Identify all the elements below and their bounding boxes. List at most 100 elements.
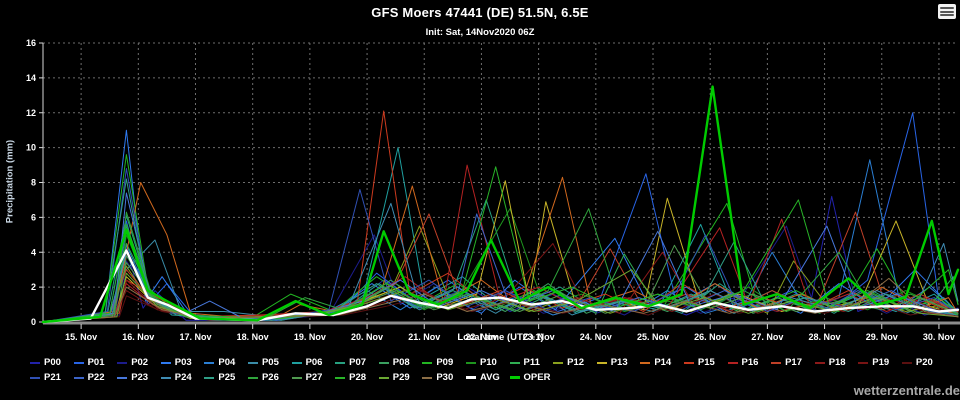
legend-item-P28: P28 [335,372,379,383]
svg-text:0: 0 [31,317,36,327]
app-root: { "header": { "title": "GFS Moers 47441 … [0,0,960,400]
legend-label: P26 [262,372,279,383]
legend-label: P24 [175,372,192,383]
legend-item-P04: P04 [204,357,248,368]
legend-item-P18: P18 [815,357,859,368]
legend-swatch-P02 [117,362,127,364]
legend-item-P26: P26 [248,372,292,383]
legend-swatch-P09 [422,362,432,364]
svg-text:8: 8 [31,178,36,188]
legend-swatch-P23 [117,377,127,379]
legend-label: P02 [131,357,148,368]
legend-item-P03: P03 [161,357,205,368]
legend-label: P15 [698,357,715,368]
legend-item-P08: P08 [379,357,423,368]
legend-swatch-AVG [466,376,476,379]
legend-label: P23 [131,372,148,383]
legend-label: P21 [44,372,61,383]
legend-label: P13 [611,357,628,368]
legend-label: P04 [218,357,235,368]
legend-swatch-P24 [161,377,171,379]
legend-item-P25: P25 [204,372,248,383]
legend-label: P20 [916,357,933,368]
legend-row-2: P21 P22 P23 P24 P25 P26 P27 P28 P29 P30 AVG OPER [30,372,960,383]
legend-label: P05 [262,357,279,368]
legend-swatch-P16 [728,362,738,364]
legend-item-P27: P27 [292,372,336,383]
legend-item-P20: P20 [902,357,946,368]
legend-swatch-P19 [858,362,868,364]
legend-swatch-P14 [640,362,650,364]
legend-item-P23: P23 [117,372,161,383]
legend-item-P30: P30 [422,372,466,383]
svg-text:14: 14 [26,73,36,83]
y-axis-title: Precipitation (mm) [5,112,16,252]
legend-label: P11 [524,357,540,368]
legend-label: AVG [480,372,500,383]
legend-swatch-OPER [510,376,520,379]
legend-swatch-P18 [815,362,825,364]
legend-swatch-P27 [292,377,302,379]
svg-text:2: 2 [31,282,36,292]
legend-swatch-P03 [161,362,171,364]
svg-text:16: 16 [26,38,36,48]
legend-item-P07: P07 [335,357,379,368]
legend-item-AVG: AVG [466,372,510,383]
legend-swatch-P15 [684,362,694,364]
legend-item-P12: P12 [553,357,597,368]
legend-swatch-P29 [379,377,389,379]
legend-swatch-P26 [248,377,258,379]
legend-row-1: P00P01P02P03P04P05P06P07P08P09P10P11P12P… [30,357,960,368]
legend-swatch-P06 [292,362,302,364]
legend-item-P09: P09 [422,357,466,368]
x-axis-title: Local time (UTC+1) [43,332,958,343]
legend-label: P10 [480,357,497,368]
legend-item-P29: P29 [379,372,423,383]
legend-label: P12 [567,357,584,368]
legend-item-P01: P01 [74,357,118,368]
legend-item-P16: P16 [728,357,772,368]
legend-swatch-P11 [510,362,520,364]
legend-swatch-P00 [30,362,40,364]
svg-text:6: 6 [31,212,36,222]
legend-label: P22 [88,372,105,383]
legend-item-P00: P00 [30,357,74,368]
legend-item-OPER: OPER [510,372,554,383]
svg-text:10: 10 [26,143,36,153]
legend-swatch-P07 [335,362,345,364]
legend-item-P11: P11 [510,357,554,368]
legend-item-P19: P19 [858,357,902,368]
svg-text:12: 12 [26,108,36,118]
legend-label: OPER [524,372,551,383]
watermark: wetterzentrale.de [854,383,960,398]
legend-item-P10: P10 [466,357,510,368]
legend-label: P00 [44,357,61,368]
legend-swatch-P30 [422,377,432,379]
legend-label: P28 [349,372,366,383]
legend-label: P14 [654,357,671,368]
legend-item-P14: P14 [640,357,684,368]
legend-item-P02: P02 [117,357,161,368]
legend-swatch-P22 [74,377,84,379]
legend-item-P21: P21 [30,372,74,383]
legend-item-P17: P17 [771,357,815,368]
legend-swatch-P04 [204,362,214,364]
legend-label: P09 [436,357,453,368]
legend-swatch-P17 [771,362,781,364]
legend-label: P30 [436,372,453,383]
svg-text:4: 4 [31,247,36,257]
legend-item-P22: P22 [74,372,118,383]
legend-label: P27 [306,372,323,383]
legend-swatch-P01 [74,362,84,364]
series-OPER-line [43,87,958,322]
legend-label: P08 [393,357,410,368]
legend-item-P13: P13 [597,357,641,368]
legend-label: P18 [829,357,846,368]
legend-item-P15: P15 [684,357,728,368]
legend-label: P25 [218,372,235,383]
legend-label: P01 [88,357,105,368]
legend-swatch-P12 [553,362,563,364]
legend-label: P16 [742,357,759,368]
legend-swatch-P25 [204,377,214,379]
legend-label: P19 [872,357,889,368]
